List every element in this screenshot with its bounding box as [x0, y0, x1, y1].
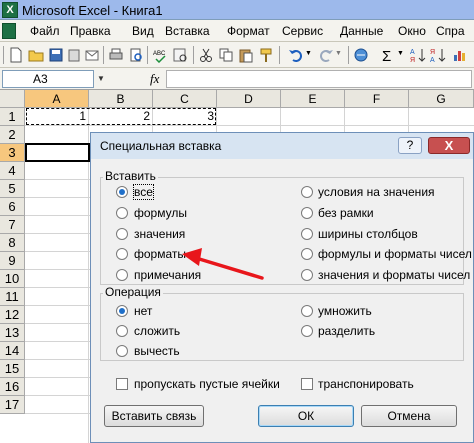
annotation-arrow-icon [182, 248, 264, 280]
